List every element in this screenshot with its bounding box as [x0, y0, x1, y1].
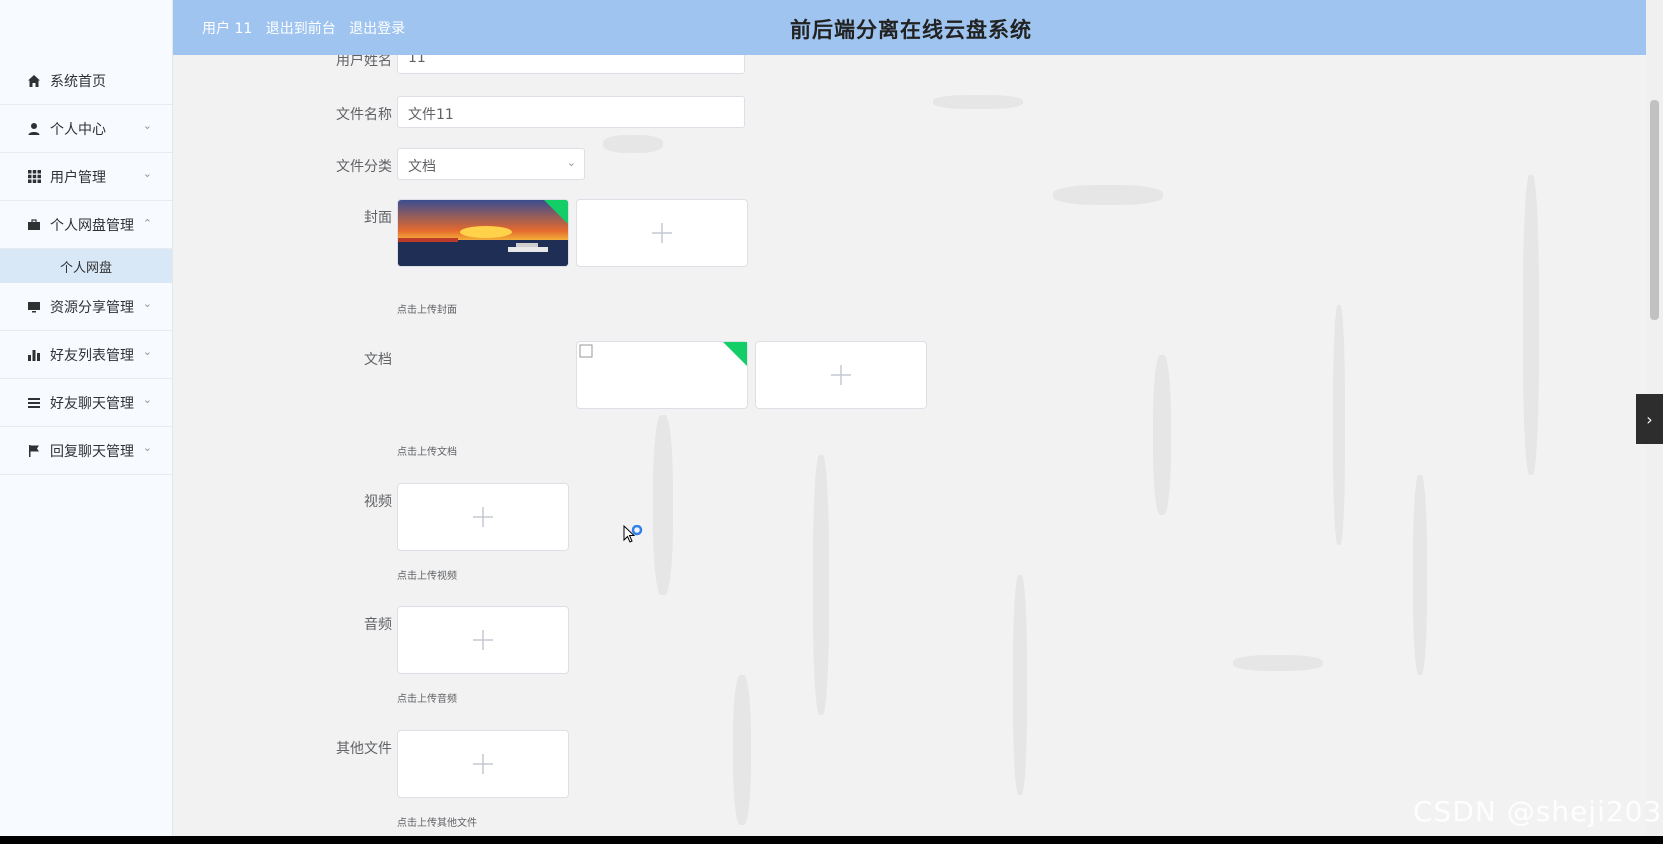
app-title: 前后端分离在线云盘系统: [790, 18, 1032, 42]
watermark: CSDN @sheji203: [1413, 795, 1663, 828]
other-file-upload-button[interactable]: [397, 730, 569, 798]
background-texture: [933, 95, 1023, 109]
sidebar-item-personal-center[interactable]: 个人中心 ⌄: [0, 105, 172, 153]
user-icon: [26, 121, 42, 137]
audio-upload-button[interactable]: [397, 606, 569, 674]
chevron-down-icon: ⌄: [142, 345, 152, 358]
briefcase-icon: [26, 217, 42, 233]
sidebar-item-label: 回复聊天管理: [50, 443, 134, 460]
sidebar-item-label: 系统首页: [50, 73, 106, 90]
category-label: 文件分类: [336, 159, 392, 175]
sidebar-item-home[interactable]: 系统首页: [0, 57, 172, 105]
audio-upload-hint: 点击上传音频: [397, 694, 457, 705]
cover-upload-hint: 点击上传封面: [397, 305, 457, 316]
document-upload-button[interactable]: [755, 341, 927, 409]
cover-upload-button[interactable]: [576, 199, 748, 267]
chevron-down-icon: ⌄: [142, 393, 152, 406]
background-texture: [653, 415, 673, 595]
background-texture: [733, 675, 751, 825]
header-links: 用户 11 退出到前台 退出登录: [202, 18, 414, 38]
sidebar-item-label: 个人网盘管理: [50, 217, 134, 234]
logout-link[interactable]: 退出登录: [349, 21, 405, 37]
chevron-down-icon: ⌄: [142, 297, 152, 310]
document-upload-hint: 点击上传文档: [397, 447, 457, 458]
sidebar-item-label: 个人中心: [50, 121, 106, 138]
upload-success-marker: [544, 200, 568, 224]
mouse-cursor-icon: [623, 524, 645, 551]
cover-label: 封面: [364, 210, 392, 226]
bar-chart-icon: [26, 347, 42, 363]
top-header: 用户 11 退出到前台 退出登录 前后端分离在线云盘系统: [173, 0, 1646, 55]
monitor-icon: [26, 299, 42, 315]
chevron-down-icon: ⌄: [142, 441, 152, 454]
sidebar-item-label: 好友列表管理: [50, 347, 134, 364]
username-input[interactable]: 11: [397, 55, 745, 74]
sidebar-item-label: 资源分享管理: [50, 299, 134, 316]
cover-image-thumbnail[interactable]: [397, 199, 569, 267]
video-upload-hint: 点击上传视频: [397, 571, 457, 582]
sidebar-subitem-label: 个人网盘: [60, 260, 113, 276]
current-user-label: 用户 11: [202, 21, 253, 37]
flag-icon: [26, 443, 42, 459]
username-label: 用户姓名: [336, 55, 392, 69]
background-texture: [603, 135, 663, 153]
background-texture: [1333, 305, 1345, 545]
sidebar-item-user-management[interactable]: 用户管理 ⌄: [0, 153, 172, 201]
background-texture: [1053, 185, 1163, 205]
chevron-down-icon: ⌄: [566, 156, 576, 169]
chevron-down-icon: ⌄: [142, 167, 152, 180]
sidebar-subitem-personal-disk[interactable]: 个人网盘: [0, 249, 172, 283]
sidebar-item-label: 用户管理: [50, 169, 106, 186]
document-label: 文档: [364, 352, 392, 368]
plus-icon: [831, 365, 851, 385]
background-texture: [813, 455, 829, 715]
sidebar-item-friend-chat-management[interactable]: 好友聊天管理 ⌄: [0, 379, 172, 427]
category-select-value: 文档: [408, 159, 436, 175]
plus-icon: [652, 223, 672, 243]
back-to-front-link[interactable]: 退出到前台: [266, 21, 336, 37]
chevron-up-icon: ⌃: [142, 217, 152, 230]
broken-image-icon: [579, 344, 593, 358]
list-icon: [26, 395, 42, 411]
background-texture: [1413, 475, 1427, 675]
audio-label: 音频: [364, 617, 392, 633]
video-label: 视频: [364, 494, 392, 510]
plus-icon: [473, 630, 493, 650]
chevron-right-icon: ›: [1646, 409, 1653, 429]
background-texture: [1523, 175, 1539, 475]
sidebar: 系统首页 个人中心 ⌄ 用户管理 ⌄ 个人网盘管理 ⌃ 个人网盘 资源分享管理 …: [0, 0, 173, 836]
sidebar-item-label: 好友聊天管理: [50, 395, 134, 412]
background-texture: [1013, 575, 1027, 795]
grid-icon: [26, 169, 42, 185]
category-select[interactable]: 文档 ⌄: [397, 148, 585, 180]
filename-input[interactable]: 文件11: [397, 96, 745, 128]
sidebar-item-reply-chat-management[interactable]: 回复聊天管理 ⌄: [0, 427, 172, 475]
sidebar-item-resource-share-management[interactable]: 资源分享管理 ⌄: [0, 283, 172, 331]
sidebar-item-personal-disk-management[interactable]: 个人网盘管理 ⌃: [0, 201, 172, 249]
filename-label: 文件名称: [336, 107, 392, 123]
other-file-label: 其他文件: [336, 741, 392, 757]
video-upload-button[interactable]: [397, 483, 569, 551]
other-file-upload-hint: 点击上传其他文件: [397, 818, 477, 829]
scrollbar-thumb[interactable]: [1650, 100, 1659, 320]
home-icon: [26, 73, 42, 89]
document-thumbnail[interactable]: [576, 341, 748, 409]
background-texture: [1233, 655, 1323, 671]
background-texture: [1153, 355, 1171, 515]
main-content: 用户姓名 11 文件名称 文件11 文件分类 文档 ⌄ 封面 点击上传封面 文档…: [173, 55, 1646, 836]
side-panel-toggle-button[interactable]: ›: [1636, 394, 1663, 444]
plus-icon: [473, 754, 493, 774]
chevron-down-icon: ⌄: [142, 119, 152, 132]
sidebar-item-friend-list-management[interactable]: 好友列表管理 ⌄: [0, 331, 172, 379]
upload-success-marker: [723, 342, 747, 366]
plus-icon: [473, 507, 493, 527]
